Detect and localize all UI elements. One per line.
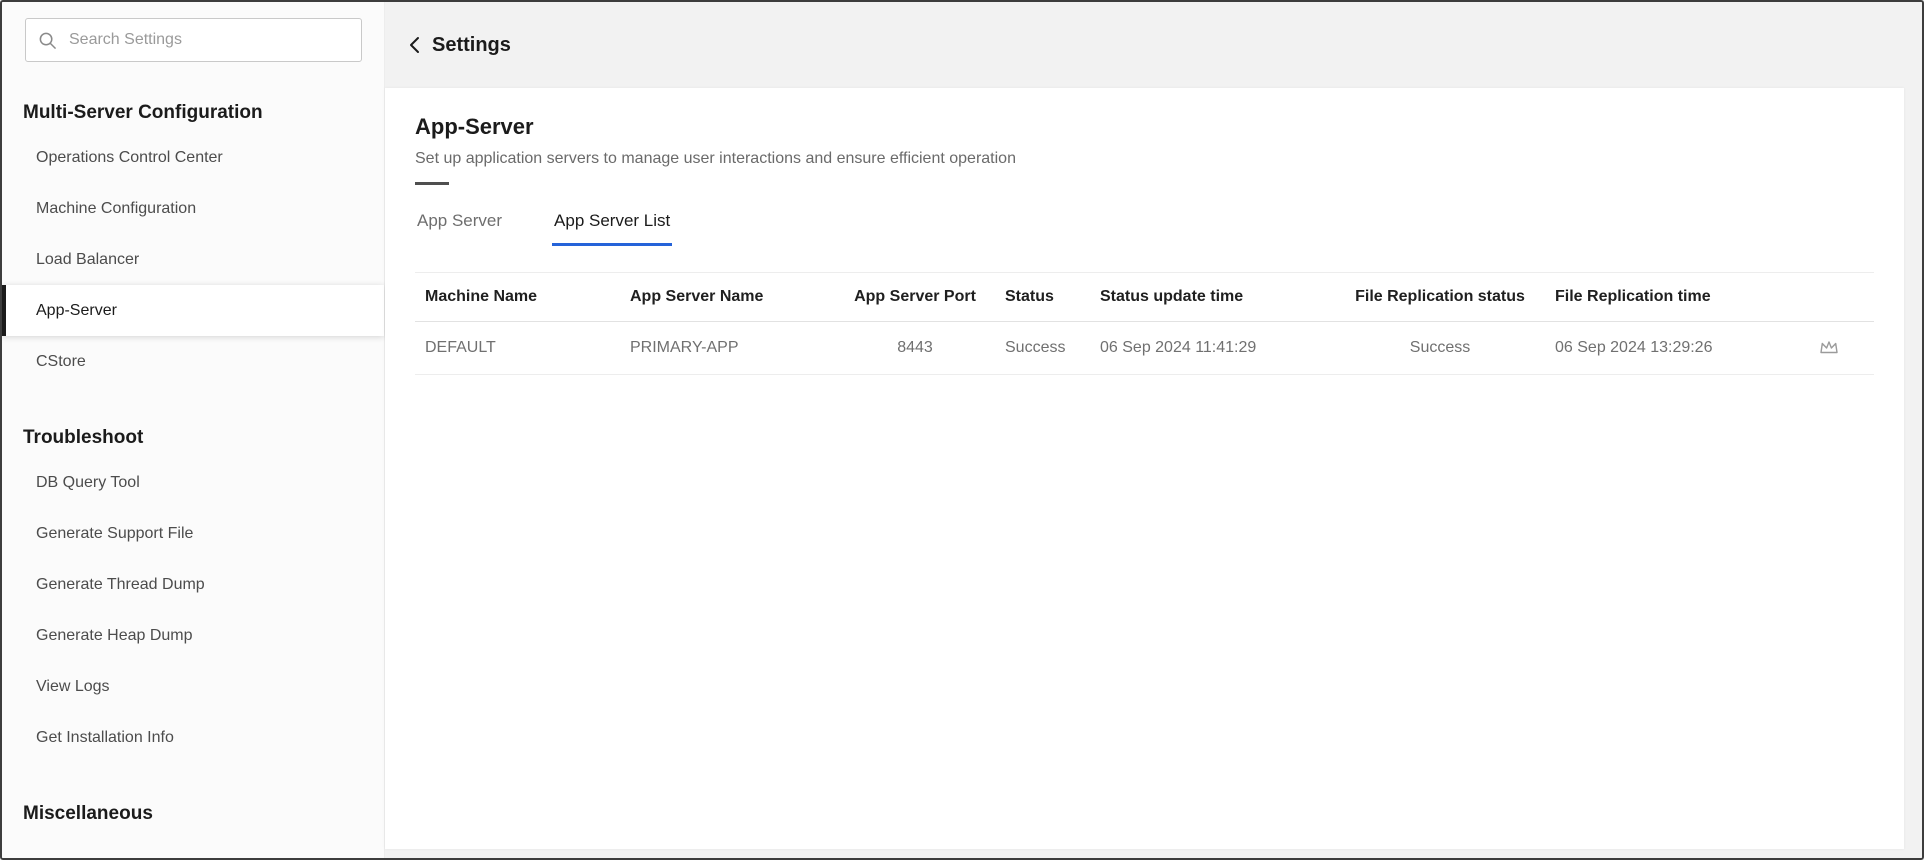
sidebar-item-app-server[interactable]: App-Server [2, 285, 384, 336]
sidebar-item-label: Generate Heap Dump [36, 626, 193, 644]
column-header-app-server-port: App Server Port [835, 272, 995, 322]
cell-status-update-time: 06 Sep 2024 11:41:29 [1090, 321, 1335, 375]
card-title: App-Server [415, 114, 534, 139]
sidebar-item-label: View Logs [36, 677, 110, 695]
sidebar-item-cstore[interactable]: CStore [2, 336, 384, 387]
card-subtitle: Set up application servers to manage use… [415, 150, 1016, 167]
cell-app-server-port: 8443 [835, 321, 995, 375]
chevron-left-icon [407, 35, 423, 55]
sidebar-item-label: Operations Control Center [36, 148, 223, 166]
back-button[interactable]: Settings [407, 34, 511, 57]
sidebar-item-label: Generate Support File [36, 524, 194, 542]
sidebar-item-get-installation-info[interactable]: Get Installation Info [2, 712, 384, 763]
sidebar-section-title: Troubleshoot [23, 427, 144, 448]
column-header-machine-name: Machine Name [415, 272, 620, 322]
settings-sidebar: Multi-Server Configuration Operations Co… [2, 2, 385, 858]
search-input[interactable] [67, 30, 349, 50]
sidebar-item-label: Get Installation Info [36, 728, 174, 746]
cell-file-replication-status: Success [1335, 321, 1545, 375]
sidebar-item-label: Load Balancer [36, 250, 140, 268]
column-header-file-replication-time: File Replication time [1545, 272, 1790, 322]
cell-actions [1790, 321, 1874, 375]
sidebar-item-label: App-Server [36, 301, 117, 319]
tab-app-server-list[interactable]: App Server List [552, 211, 673, 246]
sidebar-item-load-balancer[interactable]: Load Balancer [2, 234, 384, 285]
main-area: Settings App-Server Set up application s… [385, 2, 1922, 858]
search-settings-box[interactable] [25, 18, 362, 62]
sidebar-item-generate-heap-dump[interactable]: Generate Heap Dump [2, 610, 384, 661]
column-header-file-replication-status: File Replication status [1335, 272, 1545, 322]
page-title: Settings [432, 33, 511, 56]
column-header-actions [1790, 272, 1874, 322]
sidebar-item-label: Generate Thread Dump [36, 575, 205, 593]
sidebar-item-view-logs[interactable]: View Logs [2, 661, 384, 712]
cell-file-replication-time: 06 Sep 2024 13:29:26 [1545, 321, 1790, 375]
crown-icon [1818, 339, 1840, 356]
sidebar-item-label: Machine Configuration [36, 199, 197, 217]
sidebar-section-multi-server: Multi-Server Configuration Operations Co… [2, 102, 384, 387]
sidebar-section-title: Multi-Server Configuration [23, 102, 263, 123]
content-card: App-Server Set up application servers to… [385, 88, 1904, 849]
tabs: App Server App Server List [415, 211, 1874, 246]
table-header-row: Machine Name App Server Name App Server … [415, 272, 1874, 322]
sidebar-item-machine-configuration[interactable]: Machine Configuration [2, 183, 384, 234]
column-header-status: Status [995, 272, 1090, 322]
sidebar-item-db-query-tool[interactable]: DB Query Tool [2, 457, 384, 508]
tab-app-server[interactable]: App Server [415, 211, 504, 246]
column-header-status-update-time: Status update time [1090, 272, 1335, 322]
sidebar-section-troubleshoot: Troubleshoot DB Query Tool Generate Supp… [2, 427, 384, 763]
sidebar-section-miscellaneous: Miscellaneous [2, 803, 384, 825]
column-header-app-server-name: App Server Name [620, 272, 835, 322]
cell-machine-name: DEFAULT [415, 321, 620, 375]
sidebar-item-label: CStore [36, 352, 86, 370]
topbar: Settings [385, 2, 1922, 88]
title-accent-bar [415, 182, 449, 185]
sidebar-item-operations-control-center[interactable]: Operations Control Center [2, 132, 384, 183]
sidebar-item-generate-thread-dump[interactable]: Generate Thread Dump [2, 559, 384, 610]
sidebar-item-label: DB Query Tool [36, 473, 140, 491]
app-window: Multi-Server Configuration Operations Co… [0, 0, 1924, 860]
sidebar-section-title: Miscellaneous [23, 803, 153, 824]
cell-status: Success [995, 321, 1090, 375]
table-row: DEFAULT PRIMARY-APP 8443 Success 06 Sep … [415, 321, 1874, 375]
search-icon [38, 31, 57, 50]
app-server-table: Machine Name App Server Name App Server … [415, 272, 1874, 375]
cell-app-server-name: PRIMARY-APP [620, 321, 835, 375]
sidebar-item-generate-support-file[interactable]: Generate Support File [2, 508, 384, 559]
